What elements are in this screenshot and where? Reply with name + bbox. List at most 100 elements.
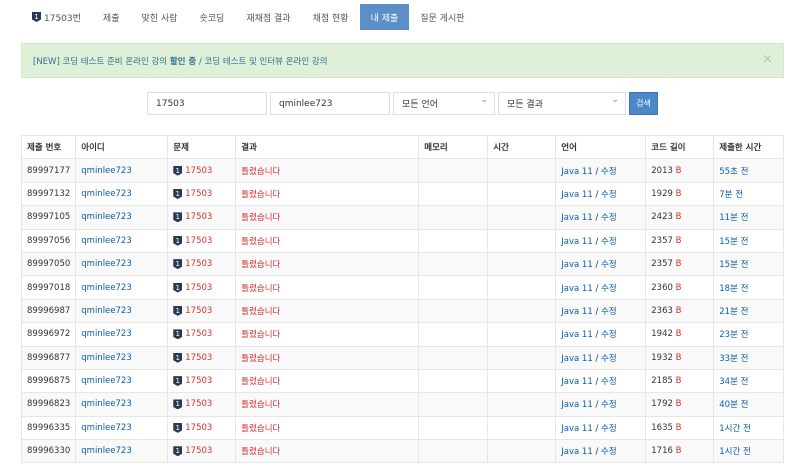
column-header: 코드 길이 bbox=[645, 134, 715, 160]
language-select[interactable]: 모든 언어 bbox=[393, 92, 495, 115]
user-link[interactable]: qminlee723 bbox=[81, 446, 131, 456]
code-length: 2360 bbox=[651, 282, 673, 293]
submitted-time-link[interactable]: 40분 전 bbox=[719, 400, 748, 410]
submitted-time-link[interactable]: 1시간 전 bbox=[719, 424, 751, 434]
user-link[interactable]: qminlee723 bbox=[81, 329, 131, 339]
code-length: 2363 bbox=[651, 305, 673, 316]
language-link[interactable]: Java 11 bbox=[561, 354, 592, 364]
problem-link[interactable]: 17503 bbox=[185, 212, 212, 222]
language-link[interactable]: Java 11 bbox=[561, 377, 592, 387]
announcement-alert: [NEW] 코딩 테스트 준비 온라인 강의 할인 중 / 코딩 테스트 및 인… bbox=[21, 43, 784, 78]
problem-link[interactable]: 17503 bbox=[185, 376, 212, 386]
user-link[interactable]: qminlee723 bbox=[81, 353, 131, 363]
user-link[interactable]: qminlee723 bbox=[81, 166, 131, 176]
column-header: 메모리 bbox=[418, 134, 489, 160]
nav-tab-1[interactable]: 제출 bbox=[92, 4, 131, 30]
alert-suffix: / 코딩 테스트 및 인터뷰 온라인 강의 bbox=[196, 56, 328, 67]
edit-link[interactable]: 수정 bbox=[601, 190, 617, 200]
problem-link[interactable]: 17503 bbox=[185, 353, 212, 363]
problem-link[interactable]: 17503 bbox=[185, 399, 212, 409]
edit-link[interactable]: 수정 bbox=[601, 167, 617, 177]
column-header: 제출한 시간 bbox=[713, 134, 784, 160]
table-row: 89996335 qminlee723 1 17503 틀렸습니다 Java 11… bbox=[20, 415, 784, 441]
user-link[interactable]: qminlee723 bbox=[81, 259, 131, 269]
problem-id-input[interactable]: 17503 bbox=[147, 92, 267, 115]
language-link[interactable]: Java 11 bbox=[561, 330, 592, 340]
memory-cell bbox=[418, 298, 489, 324]
problem-link[interactable]: 17503 bbox=[185, 446, 212, 456]
language-link[interactable]: Java 11 bbox=[561, 307, 592, 317]
language-link[interactable]: Java 11 bbox=[561, 237, 592, 247]
nav-tab-6[interactable]: 내 제출 bbox=[359, 4, 410, 30]
time-cell bbox=[487, 415, 557, 441]
edit-link[interactable]: 수정 bbox=[601, 237, 617, 247]
user-link[interactable]: qminlee723 bbox=[81, 212, 131, 222]
problem-link[interactable]: 17503 bbox=[185, 329, 212, 339]
problem-link[interactable]: 17503 bbox=[185, 259, 212, 269]
language-link[interactable]: Java 11 bbox=[561, 190, 592, 200]
close-icon[interactable]: × bbox=[762, 52, 773, 67]
edit-link[interactable]: 수정 bbox=[601, 307, 617, 317]
submitted-time-link[interactable]: 15분 전 bbox=[719, 260, 748, 270]
nav-tab-4[interactable]: 재채점 결과 bbox=[235, 4, 301, 30]
problem-link[interactable]: 17503 bbox=[185, 423, 212, 433]
code-length: 1942 bbox=[651, 329, 673, 340]
user-link[interactable]: qminlee723 bbox=[81, 189, 131, 199]
submitted-time-link[interactable]: 15분 전 bbox=[719, 237, 748, 247]
user-link[interactable]: qminlee723 bbox=[81, 283, 131, 293]
submitted-time-link[interactable]: 33분 전 bbox=[719, 354, 748, 364]
language-link[interactable]: Java 11 bbox=[561, 260, 592, 270]
language-link[interactable]: Java 11 bbox=[561, 213, 592, 223]
nav-tab-5[interactable]: 채점 현황 bbox=[302, 4, 360, 30]
submitted-time-link[interactable]: 18분 전 bbox=[719, 284, 748, 294]
submitted-time-link[interactable]: 34분 전 bbox=[719, 377, 748, 387]
table-row: 89996877 qminlee723 1 17503 틀렸습니다 Java 11… bbox=[20, 345, 784, 370]
user-link[interactable]: qminlee723 bbox=[81, 236, 131, 246]
user-id-input[interactable]: qminlee723 bbox=[270, 92, 390, 115]
submitted-time-link[interactable]: 55초 전 bbox=[719, 167, 748, 177]
problem-link[interactable]: 17503 bbox=[185, 189, 212, 199]
language-link[interactable]: Java 11 bbox=[561, 400, 592, 410]
language-link[interactable]: Java 11 bbox=[561, 424, 592, 434]
user-link[interactable]: qminlee723 bbox=[81, 306, 131, 316]
user-link[interactable]: qminlee723 bbox=[81, 399, 131, 409]
result-select[interactable]: 모든 결과 bbox=[498, 92, 626, 115]
user-link[interactable]: qminlee723 bbox=[81, 423, 131, 433]
submission-id: 89996972 bbox=[20, 322, 77, 347]
table-row: 89996823 qminlee723 1 17503 틀렸습니다 Java 11… bbox=[20, 392, 784, 417]
submitted-time-link[interactable]: 23분 전 bbox=[719, 330, 748, 340]
search-button[interactable]: 검색 bbox=[629, 92, 658, 115]
edit-link[interactable]: 수정 bbox=[601, 213, 617, 223]
submitted-time-link[interactable]: 7분 전 bbox=[719, 190, 743, 200]
edit-link[interactable]: 수정 bbox=[601, 330, 617, 340]
submitted-time-link[interactable]: 1시간 전 bbox=[719, 447, 751, 457]
language-link[interactable]: Java 11 bbox=[561, 284, 592, 294]
table-row: 89997018 qminlee723 1 17503 틀렸습니다 Java 11… bbox=[20, 275, 784, 300]
tier-badge-icon: 1 bbox=[32, 12, 41, 22]
edit-link[interactable]: 수정 bbox=[601, 424, 617, 434]
nav-tab-label: 질문 게시판 bbox=[420, 13, 465, 24]
language-link[interactable]: Java 11 bbox=[561, 167, 592, 177]
edit-link[interactable]: 수정 bbox=[601, 400, 617, 410]
edit-link[interactable]: 수정 bbox=[601, 260, 617, 270]
edit-link[interactable]: 수정 bbox=[601, 284, 617, 294]
nav-tab-label: 숏코딩 bbox=[199, 13, 225, 24]
code-length-unit: B bbox=[675, 352, 682, 363]
user-link[interactable]: qminlee723 bbox=[81, 376, 131, 386]
problem-link[interactable]: 17503 bbox=[185, 306, 212, 316]
edit-link[interactable]: 수정 bbox=[601, 354, 617, 364]
nav-tab-2[interactable]: 맞힌 사람 bbox=[130, 4, 188, 30]
announcement-link[interactable]: [NEW] 코딩 테스트 준비 온라인 강의 할인 중 / 코딩 테스트 및 인… bbox=[33, 55, 328, 67]
problem-link[interactable]: 17503 bbox=[185, 283, 212, 293]
problem-link[interactable]: 17503 bbox=[185, 236, 212, 246]
nav-tab-7[interactable]: 질문 게시판 bbox=[409, 4, 475, 30]
language-link[interactable]: Java 11 bbox=[561, 447, 592, 457]
submitted-time-link[interactable]: 11분 전 bbox=[719, 213, 748, 223]
nav-tab-0[interactable]: 1 17503번 bbox=[21, 4, 92, 30]
submitted-time-link[interactable]: 21분 전 bbox=[719, 307, 748, 317]
edit-link[interactable]: 수정 bbox=[601, 377, 617, 387]
edit-link[interactable]: 수정 bbox=[601, 447, 617, 457]
memory-cell bbox=[418, 251, 489, 277]
nav-tab-3[interactable]: 숏코딩 bbox=[188, 4, 235, 30]
problem-link[interactable]: 17503 bbox=[185, 166, 212, 176]
